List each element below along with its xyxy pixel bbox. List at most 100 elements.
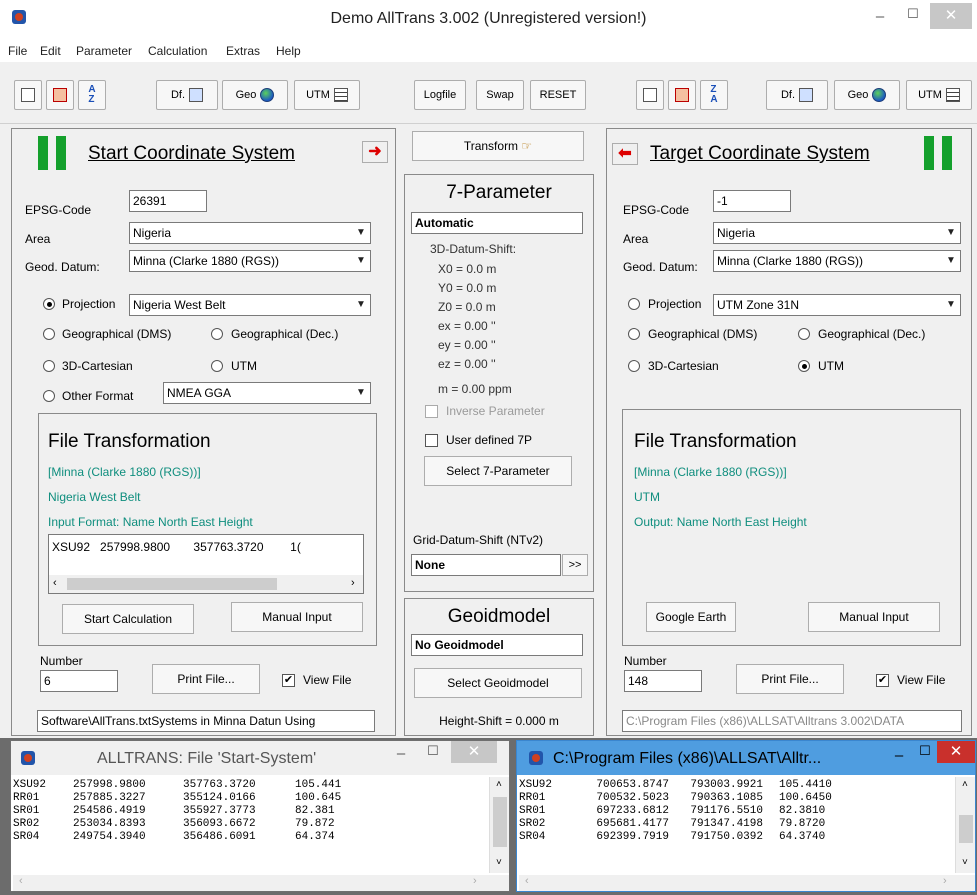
right-print-button[interactable] — [636, 80, 664, 110]
vertical-scrollbar[interactable]: ˄ ˅ — [955, 777, 975, 873]
start-calculation-button[interactable]: Start Calculation — [62, 604, 194, 634]
maximize-button[interactable]: ☐ — [903, 6, 923, 22]
scrollbar-thumb[interactable] — [493, 797, 507, 847]
target-epsg-input[interactable]: -1 — [713, 190, 791, 212]
scrollbar-thumb[interactable] — [67, 578, 277, 590]
target-datum-select[interactable]: Minna (Clarke 1880 (RGS)) ▼ — [713, 250, 961, 272]
right-export-button[interactable] — [668, 80, 696, 110]
start-datum-label: Geod. Datum: — [25, 260, 100, 274]
scroll-left-icon[interactable]: ‹ — [53, 577, 57, 589]
target-projection-radio[interactable] — [628, 298, 640, 310]
inverse-param-label: Inverse Parameter — [446, 404, 545, 418]
start-area-select[interactable]: Nigeria ▼ — [129, 222, 371, 244]
table-row: SR01 697233.6812 791176.5510 82.3810 — [519, 805, 826, 817]
seven-param-mode[interactable]: Automatic — [411, 212, 583, 234]
start-manual-input-button[interactable]: Manual Input — [231, 602, 363, 632]
scroll-left-icon[interactable]: ‹ — [525, 875, 529, 887]
target-geo-dms-radio[interactable] — [628, 328, 640, 340]
target-print-file-button[interactable]: Print File... — [736, 664, 844, 694]
print-button[interactable] — [14, 80, 42, 110]
menu-edit[interactable]: Edit — [40, 44, 61, 58]
left-utm-button[interactable]: UTM — [294, 80, 360, 110]
close-button[interactable]: ✕ — [451, 741, 497, 763]
start-geo-dms-radio[interactable] — [43, 328, 55, 340]
left-df-button[interactable]: Df. — [156, 80, 218, 110]
geoid-field[interactable]: No Geoidmodel — [411, 634, 583, 656]
select-7-parameter-button[interactable]: Select 7-Parameter — [424, 456, 572, 486]
scroll-up-icon[interactable]: ˄ — [962, 779, 968, 790]
menu-extras[interactable]: Extras — [226, 44, 260, 58]
start-view-file-checkbox[interactable]: ✔ — [282, 674, 295, 687]
horizontal-scrollbar[interactable]: ‹ › — [13, 875, 509, 891]
target-area-select[interactable]: Nigeria ▼ — [713, 222, 961, 244]
menu-parameter[interactable]: Parameter — [76, 44, 132, 58]
pointing-hand-icon: ☞ — [521, 139, 533, 153]
start-utm-radio[interactable] — [211, 360, 223, 372]
google-earth-button[interactable]: Google Earth — [646, 602, 736, 632]
menu-file[interactable]: File — [8, 44, 27, 58]
target-geo-dec-radio[interactable] — [798, 328, 810, 340]
minimize-button[interactable]: – — [391, 745, 411, 762]
right-df-button[interactable]: Df. — [766, 80, 828, 110]
scroll-down-icon[interactable]: ˅ — [962, 857, 968, 868]
vertical-scrollbar[interactable]: ˄ ˅ — [489, 777, 509, 873]
datum-shift-label: 3D-Datum-Shift: — [430, 242, 517, 256]
start-arrow-button[interactable]: ➜ — [362, 141, 388, 163]
menu-calculation[interactable]: Calculation — [148, 44, 207, 58]
minimize-button[interactable]: – — [870, 8, 890, 25]
select-geoid-button[interactable]: Select Geoidmodel — [414, 668, 582, 698]
scroll-right-icon[interactable]: › — [351, 577, 355, 589]
close-button[interactable]: ✕ — [930, 3, 972, 29]
minimize-button[interactable]: – — [889, 747, 909, 764]
logfile-button[interactable]: Logfile — [414, 80, 466, 110]
start-projection-select[interactable]: Nigeria West Belt ▼ — [129, 294, 371, 316]
grid-shift-field[interactable]: None — [411, 554, 561, 576]
left-geo-button[interactable]: Geo — [222, 80, 288, 110]
close-button[interactable]: ✕ — [937, 741, 975, 763]
transform-button[interactable]: Transform ☞ — [412, 131, 584, 161]
target-projection-select[interactable]: UTM Zone 31N ▼ — [713, 294, 961, 316]
target-utm-radio[interactable] — [798, 360, 810, 372]
start-geo-dec-radio[interactable] — [211, 328, 223, 340]
scroll-right-icon[interactable]: › — [473, 875, 477, 887]
grid-icon — [945, 88, 960, 102]
reset-button[interactable]: RESET — [530, 80, 586, 110]
inverse-param-checkbox[interactable] — [425, 405, 438, 418]
start-epsg-input[interactable]: 26391 — [129, 190, 207, 212]
right-utm-button[interactable]: UTM — [906, 80, 972, 110]
scroll-up-icon[interactable]: ˄ — [496, 779, 502, 790]
menu-help[interactable]: Help — [276, 44, 301, 58]
target-arrow-button[interactable]: ⬅ — [612, 143, 638, 165]
horizontal-scrollbar[interactable]: ‹ › — [519, 875, 975, 891]
user-defined-checkbox[interactable] — [425, 434, 438, 447]
target-view-file-checkbox[interactable]: ✔ — [876, 674, 889, 687]
scroll-right-icon[interactable]: › — [943, 875, 947, 887]
grid-shift-button[interactable]: >> — [562, 554, 588, 576]
start-path-field[interactable]: Software\AllTrans.txtSystems in Minna Da… — [37, 710, 375, 732]
start-file-preview[interactable]: XSU92 257998.9800 357763.3720 1( ‹ › — [48, 534, 364, 594]
start-print-file-button[interactable]: Print File... — [152, 664, 260, 694]
start-datum-select[interactable]: Minna (Clarke 1880 (RGS)) ▼ — [129, 250, 371, 272]
target-path-field[interactable]: C:\Program Files (x86)\ALLSAT\Alltrans 3… — [622, 710, 962, 732]
start-file-format: Input Format: Name North East Height — [48, 515, 253, 529]
start-other-format-radio[interactable] — [43, 390, 55, 402]
sort-button[interactable]: AZ — [78, 80, 106, 110]
right-geo-button[interactable]: Geo — [834, 80, 900, 110]
chevron-down-icon: ▼ — [946, 299, 956, 310]
target-cartesian-radio[interactable] — [628, 360, 640, 372]
start-projection-radio[interactable] — [43, 298, 55, 310]
scroll-down-icon[interactable]: ˅ — [496, 857, 502, 868]
maximize-button[interactable]: ☐ — [915, 743, 935, 759]
right-sort-button[interactable]: ZA — [700, 80, 728, 110]
start-cartesian-radio[interactable] — [43, 360, 55, 372]
swap-button[interactable]: Swap — [476, 80, 524, 110]
scrollbar-thumb[interactable] — [959, 815, 973, 843]
export-button[interactable] — [46, 80, 74, 110]
scroll-left-icon[interactable]: ‹ — [19, 875, 23, 887]
start-other-format-select[interactable]: NMEA GGA ▼ — [163, 382, 371, 404]
target-manual-input-button[interactable]: Manual Input — [808, 602, 940, 632]
horizontal-scrollbar[interactable]: ‹ › — [49, 575, 363, 593]
target-file-listing[interactable]: XSU92 700653.8747 793003.9921 105.4410 RR01… — [519, 777, 955, 875]
start-file-listing[interactable]: XSU92 257998.9800 357763.3720 105.441 RR01 2… — [13, 777, 489, 875]
maximize-button[interactable]: ☐ — [423, 743, 443, 759]
